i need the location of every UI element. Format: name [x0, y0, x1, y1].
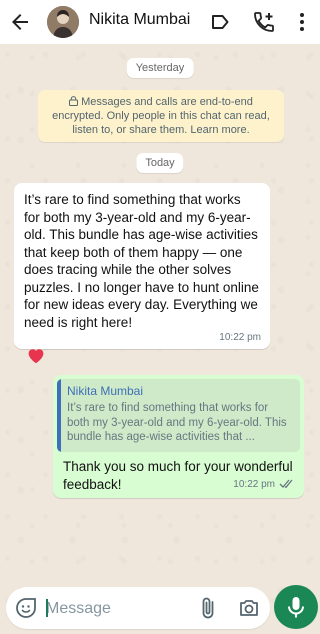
date-pill-yesterday: Yesterday — [126, 58, 194, 78]
message-composer — [6, 587, 270, 629]
microphone-icon — [288, 597, 304, 618]
text-cursor — [46, 599, 48, 617]
quoted-sender-name: Nikita Mumbai — [67, 384, 144, 398]
incoming-message-time: 10:22 pm — [219, 332, 261, 343]
date-pill-today: Today — [136, 153, 184, 173]
label-tag-icon[interactable] — [208, 10, 232, 34]
avatar-photo — [47, 6, 79, 38]
incoming-message-bubble[interactable]: It’s rare to find something that works f… — [14, 183, 270, 349]
lock-icon — [69, 96, 79, 106]
more-options-icon[interactable] — [290, 10, 314, 34]
encryption-notice[interactable]: Messages and calls are end-to-end encryp… — [38, 90, 284, 142]
attach-paperclip-icon[interactable] — [196, 596, 220, 620]
message-input[interactable] — [44, 597, 188, 621]
heart-reaction-icon[interactable] — [26, 346, 46, 364]
chat-header: Nikita Mumbai — [0, 0, 320, 44]
double-check-read-icon — [279, 479, 293, 489]
avatar[interactable] — [47, 6, 79, 38]
sticker-emoji-icon[interactable] — [14, 596, 38, 620]
camera-icon[interactable] — [237, 596, 261, 620]
quoted-message[interactable]: Nikita Mumbai It’s rare to find somethin… — [57, 379, 300, 452]
voice-message-button[interactable] — [274, 585, 318, 629]
incoming-message-text: It’s rare to find something that works f… — [24, 192, 259, 330]
outgoing-message-bubble[interactable]: Nikita Mumbai It’s rare to find somethin… — [53, 375, 304, 498]
quoted-message-text: It’s rare to find something that works f… — [67, 402, 287, 443]
outgoing-message-time: 10:22 pm — [233, 479, 275, 490]
add-call-icon[interactable] — [252, 10, 276, 34]
encryption-notice-text: Messages and calls are end-to-end encryp… — [52, 96, 270, 136]
contact-name[interactable]: Nikita Mumbai — [89, 11, 190, 29]
back-arrow-icon[interactable] — [8, 10, 32, 34]
